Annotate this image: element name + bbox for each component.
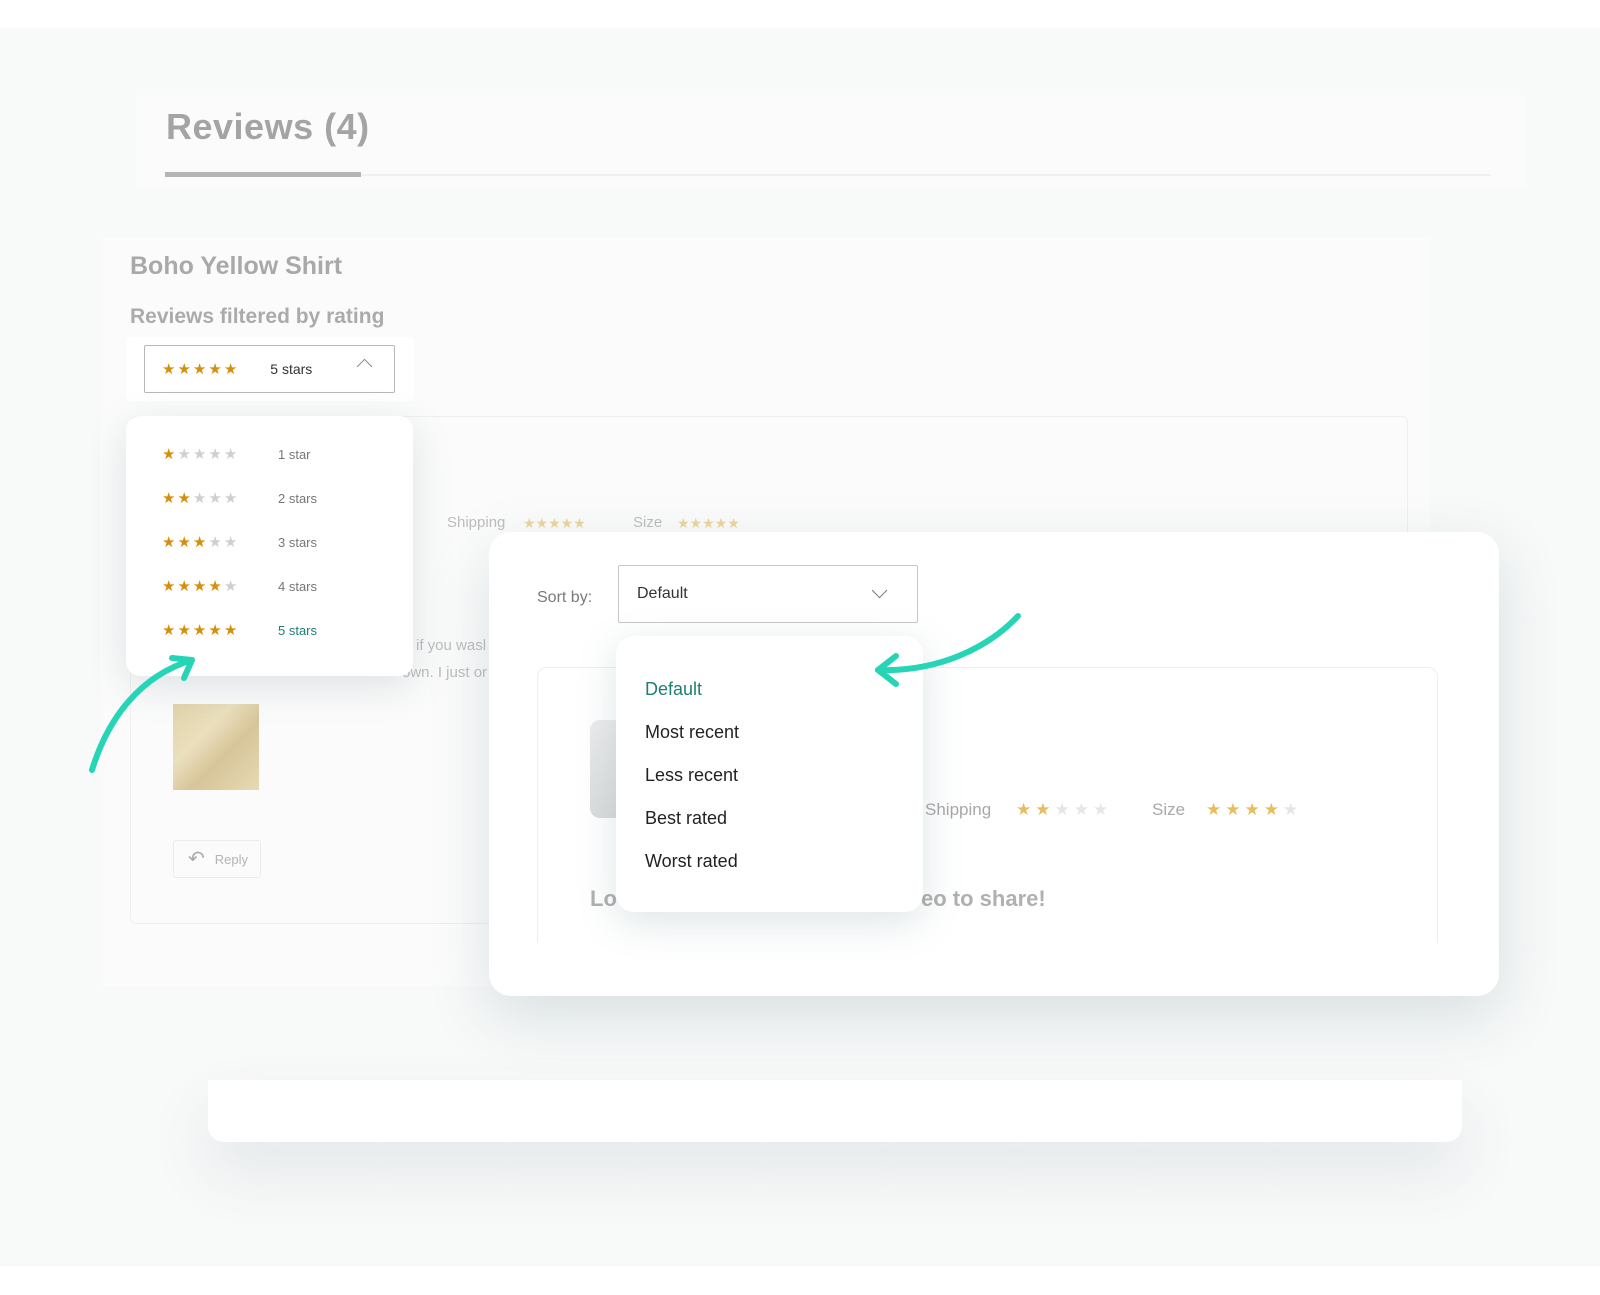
rating-option-5[interactable]: ★ ★ ★ ★ ★ 5 stars xyxy=(162,623,317,638)
rating-dropdown-menu: ★ ★ ★ ★ ★ 1 star ★ ★ ★ ★ ★ 2 stars ★ ★ ★ ★ ★ 3 stars… xyxy=(126,416,413,676)
reply-icon: ↶ xyxy=(188,848,205,870)
star-empty-icon: ★ xyxy=(1283,800,1299,819)
rating-stars: ★ ★ ★ ★ ★ xyxy=(162,447,237,462)
inner-review-headline-end: eo to share! xyxy=(921,886,1046,911)
rating-option-label: 2 stars xyxy=(278,491,318,506)
sort-option-best-rated[interactable]: Best rated xyxy=(645,808,727,829)
star-empty-icon: ★ xyxy=(223,446,238,463)
chevron-up-icon xyxy=(356,358,373,375)
sort-option-default[interactable]: Default xyxy=(645,679,702,700)
star-filled-icon: ★ xyxy=(162,490,176,507)
star-empty-icon: ★ xyxy=(192,490,207,507)
star-filled-icon: ★ xyxy=(208,360,222,378)
annotation-arrow-left xyxy=(89,655,195,773)
star-filled-icon: ★ xyxy=(1206,800,1222,819)
star-filled-icon: ★ xyxy=(208,578,222,595)
star-filled-icon: ★ xyxy=(223,360,238,378)
sort-selected-value: Default xyxy=(637,585,688,602)
rating-option-label: 4 stars xyxy=(278,579,318,594)
star-empty-icon: ★ xyxy=(1054,800,1070,819)
star-filled-icon: ★ xyxy=(192,360,207,378)
rating-option-label: 3 stars xyxy=(278,535,318,550)
star-filled-icon: ★ xyxy=(177,490,191,507)
inner-size-label: Size xyxy=(1152,800,1186,819)
chevron-down-icon xyxy=(871,582,888,599)
active-tab-indicator xyxy=(165,172,361,177)
star-filled-icon: ★ xyxy=(1263,800,1279,819)
star-filled-icon: ★ xyxy=(162,622,176,639)
inner-shipping-label: Shipping xyxy=(925,800,992,819)
rating-option-1[interactable]: ★ ★ ★ ★ ★ 1 star xyxy=(162,447,311,462)
rating-filter-select[interactable]: ★ ★ ★ ★ ★ 5 stars xyxy=(144,345,395,393)
star-empty-icon: ★ xyxy=(223,490,238,507)
star-empty-icon: ★ xyxy=(1093,800,1109,819)
star-filled-icon: ★ xyxy=(1016,800,1032,819)
star-filled-icon: ★ xyxy=(177,622,191,639)
sort-option-less-recent[interactable]: Less recent xyxy=(645,765,738,786)
rating-option-label: 5 stars xyxy=(278,623,318,638)
star-empty-icon: ★ xyxy=(208,534,222,551)
inner-shipping-stars: ★ ★ ★ ★ ★ xyxy=(1016,801,1108,818)
star-empty-icon: ★ xyxy=(192,446,207,463)
star-filled-icon: ★ xyxy=(208,622,222,639)
star-filled-icon: ★ xyxy=(162,446,176,463)
star-empty-icon: ★ xyxy=(223,534,238,551)
reply-button[interactable]: ↶ Reply xyxy=(173,840,261,878)
inner-size-stars: ★ ★ ★ ★ ★ xyxy=(1206,801,1298,818)
star-filled-icon: ★ xyxy=(1244,800,1260,819)
star-filled-icon: ★ xyxy=(1035,800,1051,819)
product-title: Boho Yellow Shirt xyxy=(130,252,343,280)
star-filled-icon: ★ xyxy=(1225,800,1241,819)
sort-label: Sort by: xyxy=(537,589,593,606)
selected-rating-stars: ★ ★ ★ ★ ★ xyxy=(162,362,237,377)
rating-option-3[interactable]: ★ ★ ★ ★ ★ 3 stars xyxy=(162,535,317,550)
star-filled-icon: ★ xyxy=(162,360,176,378)
star-filled-icon: ★ xyxy=(177,534,191,551)
star-empty-icon: ★ xyxy=(208,490,222,507)
inner-review-headline-start: Lo xyxy=(590,886,617,911)
star-empty-icon: ★ xyxy=(208,446,222,463)
rating-stars: ★ ★ ★ ★ ★ xyxy=(162,623,237,638)
reply-label: Reply xyxy=(214,851,249,867)
review-text-line: if you wasl xyxy=(416,637,487,654)
rating-stars: ★ ★ ★ ★ ★ xyxy=(162,579,237,594)
star-empty-icon: ★ xyxy=(223,578,238,595)
shipping-label: Shipping xyxy=(447,514,506,531)
star-filled-icon: ★ xyxy=(162,534,176,551)
star-filled-icon: ★ xyxy=(162,578,176,595)
rating-option-2[interactable]: ★ ★ ★ ★ ★ 2 stars xyxy=(162,491,317,506)
review-text-line: own. I just or xyxy=(402,664,488,681)
sort-option-most-recent[interactable]: Most recent xyxy=(645,722,739,743)
size-label: Size xyxy=(633,514,663,531)
rating-option-4[interactable]: ★ ★ ★ ★ ★ 4 stars xyxy=(162,579,317,594)
rating-stars: ★ ★ ★ ★ ★ xyxy=(162,491,237,506)
tabs-divider xyxy=(361,174,1491,176)
sort-option-worst-rated[interactable]: Worst rated xyxy=(645,851,738,872)
rating-option-label: 1 star xyxy=(278,447,311,462)
star-filled-icon: ★ xyxy=(192,622,207,639)
star-empty-icon: ★ xyxy=(1073,800,1089,819)
star-filled-icon: ★ xyxy=(223,622,238,639)
star-filled-icon: ★ xyxy=(177,578,191,595)
annotation-arrow-right xyxy=(875,613,1021,687)
bottom-card xyxy=(208,1080,1462,1142)
star-empty-icon: ★ xyxy=(177,446,191,463)
shipping-rating-stars: ★★★★★ xyxy=(523,515,586,531)
star-filled-icon: ★ xyxy=(192,578,207,595)
selected-rating-label: 5 stars xyxy=(270,361,313,377)
star-filled-icon: ★ xyxy=(177,360,191,378)
tab-reviews[interactable]: Reviews (4) xyxy=(166,106,370,148)
rating-stars: ★ ★ ★ ★ ★ xyxy=(162,535,237,550)
star-filled-icon: ★ xyxy=(192,534,207,551)
size-rating-stars: ★★★★★ xyxy=(677,515,740,531)
filter-label: Reviews filtered by rating xyxy=(130,305,385,328)
